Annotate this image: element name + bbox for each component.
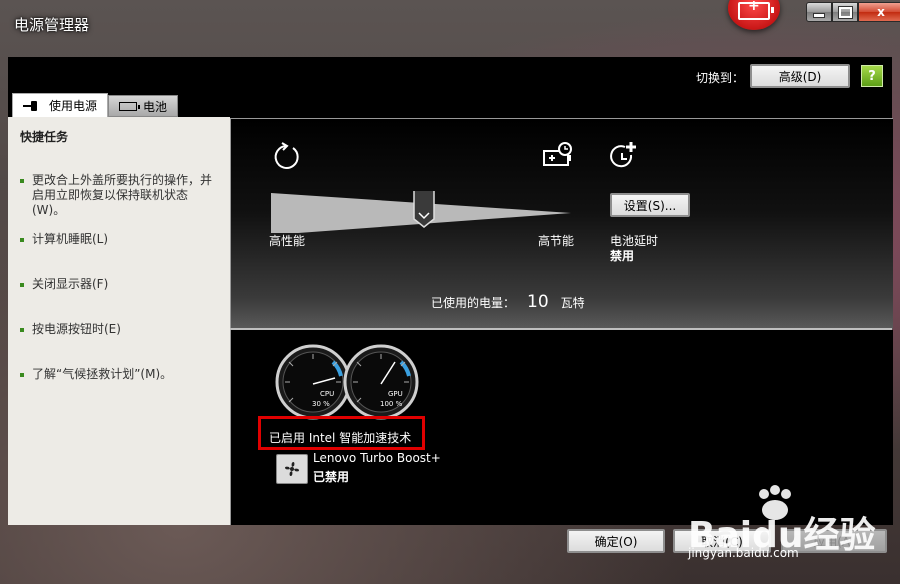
- tab-label: 使用电源: [49, 99, 98, 113]
- switch-to-label: 切换到：: [696, 71, 745, 85]
- task-lid-action[interactable]: 更改合上外盖所要执行的操作，并启用立即恢复以保持联机状态(W)。: [20, 173, 220, 218]
- tab-bar: 使用电源 电池: [12, 93, 179, 117]
- task-label: 了解“气候拯救计划”(M)。: [32, 367, 173, 381]
- task-sleep[interactable]: 计算机睡眠(L): [20, 232, 220, 247]
- power-plan-slider[interactable]: [271, 191, 571, 233]
- tab-use-power[interactable]: 使用电源: [12, 93, 109, 117]
- tab-label: 电池: [143, 99, 168, 114]
- window-controls: x: [806, 2, 900, 22]
- high-performance-label: 高性能: [269, 234, 306, 248]
- close-icon: x: [877, 5, 885, 19]
- task-display-off[interactable]: 关闭显示器(F): [20, 277, 220, 292]
- baidu-watermark: Baidu经验 jingyan.baidu.com: [688, 484, 898, 582]
- battery-badge-icon: +: [728, 0, 780, 30]
- bullet-icon: [20, 328, 24, 332]
- quick-tasks-sidebar: 快捷任务 更改合上外盖所要执行的操作，并启用立即恢复以保持联机状态(W)。 计算…: [8, 117, 230, 525]
- task-climate-plan[interactable]: 了解“气候拯救计划”(M)。: [20, 367, 220, 382]
- cpu-gauge-value: 30 %: [312, 400, 330, 408]
- power-manager-window: 切换到： 高级(D) ? 使用电源 电池 快捷任务 更改合上外盖所要执行的操作，…: [8, 57, 893, 525]
- gpu-gauge-value: 100 %: [380, 400, 403, 408]
- task-label: 计算机睡眠(L): [32, 232, 109, 246]
- watermark-url: jingyan.baidu.com: [688, 546, 799, 560]
- bullet-icon: [20, 283, 24, 287]
- gpu-gauge-label: GPU: [388, 390, 403, 398]
- task-label: 更改合上外盖所要执行的操作，并启用立即恢复以保持联机状态(W)。: [32, 173, 213, 217]
- task-label: 关闭显示器(F): [32, 277, 109, 291]
- turbo-boost-name: Lenovo Turbo Boost+: [313, 451, 441, 465]
- battery-icon: [119, 101, 141, 111]
- bullet-icon: [20, 179, 24, 183]
- power-saver-label: 高节能: [538, 234, 575, 248]
- ok-button[interactable]: 确定(O): [567, 529, 665, 553]
- advanced-button[interactable]: 高级(D): [750, 64, 850, 88]
- minimize-button[interactable]: [806, 2, 832, 22]
- plug-icon: [23, 100, 43, 111]
- slider-thumb[interactable]: [413, 191, 435, 228]
- close-button[interactable]: x: [858, 2, 900, 22]
- task-label: 按电源按钮时(E): [32, 322, 121, 336]
- usage-value: 10: [527, 292, 549, 312]
- window-title: 电源管理器: [14, 16, 90, 34]
- usage-unit: 瓦特: [560, 296, 585, 310]
- power-plan-panel: 高性能 高节能 设置(S)... 电池延时 禁用 已使用的电量： 10 瓦特: [230, 118, 893, 329]
- power-icon: [274, 142, 299, 169]
- maximize-icon: [837, 5, 853, 19]
- cpu-gauge: CPU 30 %: [275, 344, 351, 420]
- maximize-button[interactable]: [832, 2, 858, 22]
- minimize-icon: [813, 12, 825, 18]
- battery-delay-value: 禁用: [610, 249, 635, 263]
- bullet-icon: [20, 238, 24, 242]
- bullet-icon: [20, 373, 24, 377]
- gpu-gauge: GPU 100 %: [343, 344, 419, 420]
- intel-boost-status: 已启用 Intel 智能加速技术: [269, 431, 412, 445]
- title-bar: 电源管理器 + x: [0, 0, 900, 56]
- tab-battery[interactable]: 电池: [108, 95, 179, 117]
- turbo-boost-status: 已禁用: [313, 470, 350, 484]
- sidebar-title: 快捷任务: [20, 130, 69, 144]
- settings-button[interactable]: 设置(S)...: [610, 193, 690, 217]
- power-usage: 已使用的电量： 10 瓦特: [431, 292, 585, 312]
- usage-label: 已使用的电量：: [431, 296, 516, 310]
- fan-icon[interactable]: [276, 454, 308, 484]
- battery-delay-icon: [610, 142, 636, 168]
- battery-saver-icon: [543, 142, 572, 166]
- cpu-gauge-label: CPU: [320, 390, 334, 398]
- help-icon[interactable]: ?: [861, 65, 883, 87]
- task-power-button[interactable]: 按电源按钮时(E): [20, 322, 220, 337]
